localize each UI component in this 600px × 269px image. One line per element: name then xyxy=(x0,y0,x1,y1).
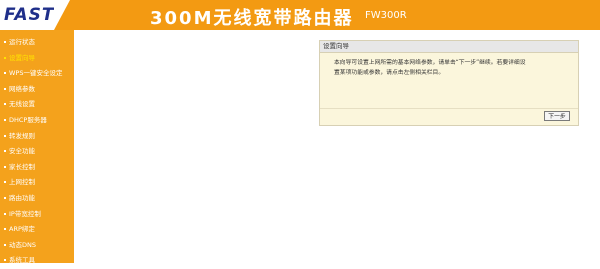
sidebar-item-label: 无线设置 xyxy=(9,100,35,109)
sidebar-item-routing[interactable]: 路由功能 xyxy=(0,191,74,207)
bullet-icon xyxy=(4,72,6,75)
sidebar-item-label: 家长控制 xyxy=(9,162,35,171)
sidebar-item-ddns[interactable]: 动态DNS xyxy=(0,238,74,254)
sidebar-item-forwarding[interactable]: 转发规则 xyxy=(0,129,74,145)
sidebar-item-label: 安全功能 xyxy=(9,147,35,156)
bullet-icon xyxy=(4,181,6,184)
sidebar-item-access-control[interactable]: 上网控制 xyxy=(0,175,74,191)
bullet-icon xyxy=(4,196,6,199)
sidebar-item-wps[interactable]: WPS一键安全设定 xyxy=(0,66,74,82)
sidebar-item-label: 转发规则 xyxy=(9,131,35,140)
sidebar-item-label: IP带宽控制 xyxy=(9,209,41,218)
bullet-icon xyxy=(4,150,6,153)
sidebar-item-network[interactable]: 网络参数 xyxy=(0,82,74,98)
sidebar-item-label: 路由功能 xyxy=(9,193,35,202)
header-bar: FAST 300M无线宽带路由器 FW300R xyxy=(0,0,600,30)
sidebar-item-label: 系统工具 xyxy=(9,256,35,265)
sidebar-item-label: 网络参数 xyxy=(9,84,35,93)
panel-divider xyxy=(320,108,578,109)
bullet-icon xyxy=(4,228,6,231)
sidebar-item-system-tools[interactable]: 系统工具 xyxy=(0,253,74,269)
sidebar-item-label: 设置向导 xyxy=(9,53,35,62)
sidebar: 运行状态 设置向导 WPS一键安全设定 网络参数 无线设置 DHCP服务器 转发… xyxy=(0,30,74,264)
panel-body: 本向导可设置上网所需的基本网络参数，请单击“下一步”继续。若要详细设 置某项功能… xyxy=(320,53,578,78)
panel-text-line-1: 本向导可设置上网所需的基本网络参数，请单击“下一步”继续。若要详细设 xyxy=(334,60,526,66)
bullet-icon xyxy=(4,212,6,215)
bullet-icon xyxy=(4,41,6,43)
wizard-panel: 设置向导 本向导可设置上网所需的基本网络参数，请单击“下一步”继续。若要详细设 … xyxy=(319,40,579,126)
bullet-icon xyxy=(4,165,6,168)
panel-title: 设置向导 xyxy=(320,41,578,53)
sidebar-item-dhcp[interactable]: DHCP服务器 xyxy=(0,113,74,129)
sidebar-item-label: 运行状态 xyxy=(9,38,35,46)
bullet-icon xyxy=(4,87,6,90)
sidebar-item-security[interactable]: 安全功能 xyxy=(0,144,74,160)
sidebar-item-bandwidth[interactable]: IP带宽控制 xyxy=(0,207,74,223)
bullet-icon xyxy=(4,134,6,137)
panel-text-line-2: 置某项功能或参数，请点击左侧相关栏目。 xyxy=(334,69,445,76)
sidebar-item-label: 上网控制 xyxy=(9,178,35,187)
sidebar-item-arp[interactable]: ARP绑定 xyxy=(0,222,74,238)
page-title: 300M无线宽带路由器 xyxy=(150,8,354,29)
bullet-icon xyxy=(4,243,6,246)
bullet-icon xyxy=(4,118,6,121)
bullet-icon xyxy=(4,259,6,262)
sidebar-item-label: 动态DNS xyxy=(9,240,36,249)
bullet-icon xyxy=(4,103,6,106)
sidebar-item-status[interactable]: 运行状态 xyxy=(0,35,74,51)
logo-notch xyxy=(54,0,70,30)
sidebar-item-label: WPS一键安全设定 xyxy=(9,69,63,78)
sidebar-item-label: ARP绑定 xyxy=(9,225,35,234)
sidebar-menu: 运行状态 设置向导 WPS一键安全设定 网络参数 无线设置 DHCP服务器 转发… xyxy=(0,35,74,269)
next-button[interactable]: 下一步 xyxy=(544,111,570,121)
bullet-icon xyxy=(4,56,6,59)
brand-logo: FAST xyxy=(4,5,55,25)
sidebar-item-label: DHCP服务器 xyxy=(9,115,47,124)
model-label: FW300R xyxy=(365,10,407,21)
sidebar-item-setup-wizard[interactable]: 设置向导 xyxy=(0,51,74,67)
sidebar-item-parental[interactable]: 家长控制 xyxy=(0,160,74,176)
sidebar-item-wireless[interactable]: 无线设置 xyxy=(0,97,74,113)
